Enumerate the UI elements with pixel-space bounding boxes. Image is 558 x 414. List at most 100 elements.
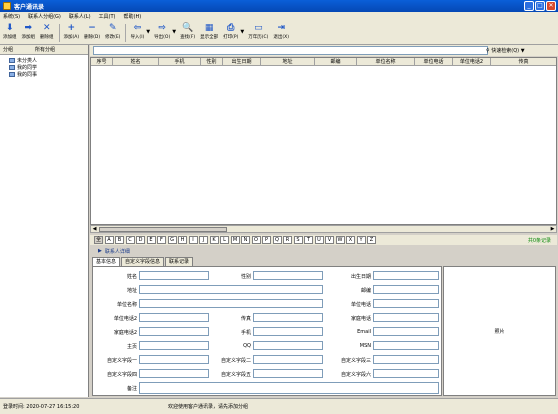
letter-j[interactable]: J <box>199 236 208 244</box>
letter-all[interactable]: 全 <box>94 236 103 244</box>
exit-button[interactable]: ⇥ 退出(X) <box>273 21 289 40</box>
horizontal-scrollbar[interactable]: ◀ ▶ <box>90 225 557 233</box>
show-all-button[interactable]: ▦ 显示全部 <box>200 21 218 40</box>
letter-l[interactable]: L <box>220 236 229 244</box>
edit-contact-button[interactable]: ✎ 修改(E) <box>105 21 120 40</box>
letter-a[interactable]: A <box>104 236 114 244</box>
add-contact-button[interactable]: + 添加(A) <box>64 21 80 40</box>
menu-system[interactable]: 系统(S) <box>3 13 20 20</box>
col-fax[interactable]: 传真 <box>491 58 556 65</box>
tab-basic-info[interactable]: 基本信息 <box>92 257 121 266</box>
col-mobile[interactable]: 手机 <box>159 58 201 65</box>
company-field[interactable] <box>139 299 323 308</box>
home-phone-field[interactable] <box>373 313 439 322</box>
find-button[interactable]: 🔍 查找(F) <box>180 21 195 40</box>
letter-o[interactable]: O <box>251 236 261 244</box>
letter-t[interactable]: T <box>304 236 313 244</box>
export-dropdown-arrow[interactable]: ▼ <box>172 29 176 35</box>
col-address[interactable]: 地址 <box>261 58 315 65</box>
photo-area[interactable]: 照片 <box>443 266 556 396</box>
letter-u[interactable]: U <box>314 236 324 244</box>
col-gender[interactable]: 性别 <box>201 58 223 65</box>
contact-detail-header[interactable]: ▶ 联系人详细 <box>90 247 557 255</box>
note-field[interactable] <box>139 382 439 394</box>
company-phone-field[interactable] <box>373 299 439 308</box>
search-input[interactable] <box>93 46 488 55</box>
col-birthday[interactable]: 出生日期 <box>223 58 261 65</box>
col-company[interactable]: 单位名称 <box>357 58 415 65</box>
letter-v[interactable]: V <box>325 236 334 244</box>
email-field[interactable] <box>373 327 439 336</box>
contacts-table[interactable]: 序号 姓名 手机 性别 出生日期 地址 邮编 单位名称 单位电话 单位电话2 传… <box>90 57 557 225</box>
calendar-button[interactable]: ▭ 万年历(C) <box>248 21 268 40</box>
letter-m[interactable]: M <box>230 236 240 244</box>
letter-i[interactable]: I <box>188 236 198 244</box>
print-dropdown-arrow[interactable]: ▼ <box>240 29 244 35</box>
letter-h[interactable]: H <box>178 236 187 244</box>
import-dropdown-arrow[interactable]: ▼ <box>146 29 150 35</box>
tree-item-colleagues[interactable]: 我的同事 <box>3 71 88 78</box>
letter-w[interactable]: W <box>335 236 345 244</box>
col-company-phone[interactable]: 单位电话 <box>415 58 453 65</box>
add-subgroup-button[interactable]: ➡ 添加组 <box>22 21 36 40</box>
letter-b[interactable]: B <box>115 236 124 244</box>
letter-k[interactable]: K <box>209 236 219 244</box>
scroll-thumb[interactable] <box>99 227 227 232</box>
all-groups-label[interactable]: 所有分组 <box>13 46 55 53</box>
custom6-field[interactable] <box>373 369 439 378</box>
tree-item-classmates[interactable]: 我的同学 <box>3 64 88 71</box>
custom3-field[interactable] <box>373 355 439 364</box>
custom2-field[interactable] <box>253 355 323 364</box>
add-group-button[interactable]: ⬇ 添加组 <box>3 21 17 40</box>
letter-c[interactable]: C <box>125 236 135 244</box>
zip-field[interactable] <box>373 285 439 294</box>
birthday-field[interactable] <box>373 271 439 280</box>
tree-item-uncategorized[interactable]: 未分类人 <box>3 57 88 64</box>
custom1-field[interactable] <box>139 355 209 364</box>
delete-group-button[interactable]: ✕ 删除组 <box>40 21 54 40</box>
menu-contact[interactable]: 联系人(L) <box>69 13 91 20</box>
minimize-button[interactable]: _ <box>524 1 534 11</box>
export-button[interactable]: ⇨ 导出(O) <box>154 21 170 40</box>
letter-e[interactable]: E <box>146 236 156 244</box>
menu-tools[interactable]: 工具(T) <box>99 13 116 20</box>
letter-p[interactable]: P <box>262 236 271 244</box>
msn-field[interactable] <box>373 341 439 350</box>
custom5-field[interactable] <box>253 369 323 378</box>
company-phone2-field[interactable] <box>139 313 209 322</box>
col-index[interactable]: 序号 <box>91 58 113 65</box>
homepage-field[interactable] <box>139 341 209 350</box>
fax-field[interactable] <box>253 313 323 322</box>
tab-custom-fields[interactable]: 自定义字段信息 <box>121 257 165 266</box>
close-button[interactable]: ✕ <box>546 1 556 11</box>
letter-s[interactable]: S <box>293 236 303 244</box>
col-company-phone2[interactable]: 单位电话2 <box>453 58 491 65</box>
letter-x[interactable]: X <box>346 236 355 244</box>
import-button[interactable]: ⇦ 导入(I) <box>130 21 144 40</box>
scroll-right-icon[interactable]: ▶ <box>549 226 556 232</box>
print-button[interactable]: ⎙ 打印(P) <box>223 21 238 40</box>
letter-g[interactable]: G <box>167 236 177 244</box>
letter-q[interactable]: Q <box>272 236 282 244</box>
tab-contact-records[interactable]: 联系记录 <box>165 257 194 266</box>
qq-field[interactable] <box>253 341 323 350</box>
address-field[interactable] <box>139 285 323 294</box>
letter-d[interactable]: D <box>136 236 145 244</box>
menu-help[interactable]: 帮助(H) <box>124 13 142 20</box>
scroll-left-icon[interactable]: ◀ <box>91 226 98 232</box>
delete-contact-button[interactable]: − 删除(D) <box>84 21 100 40</box>
col-zip[interactable]: 邮编 <box>315 58 357 65</box>
home-phone2-field[interactable] <box>139 327 209 336</box>
menu-group[interactable]: 联系人分组(G) <box>28 13 61 20</box>
letter-z[interactable]: Z <box>367 236 376 244</box>
letter-r[interactable]: R <box>283 236 292 244</box>
custom4-field[interactable] <box>139 369 209 378</box>
name-field[interactable] <box>139 271 209 280</box>
letter-y[interactable]: Y <box>356 236 366 244</box>
maximize-button[interactable]: □ <box>535 1 545 11</box>
gender-field[interactable] <box>253 271 323 280</box>
quick-search-button[interactable]: ⚲ 快速检索(Q) ▼ <box>486 47 525 54</box>
mobile-field[interactable] <box>253 327 323 336</box>
letter-n[interactable]: N <box>241 236 250 244</box>
col-name[interactable]: 姓名 <box>113 58 159 65</box>
